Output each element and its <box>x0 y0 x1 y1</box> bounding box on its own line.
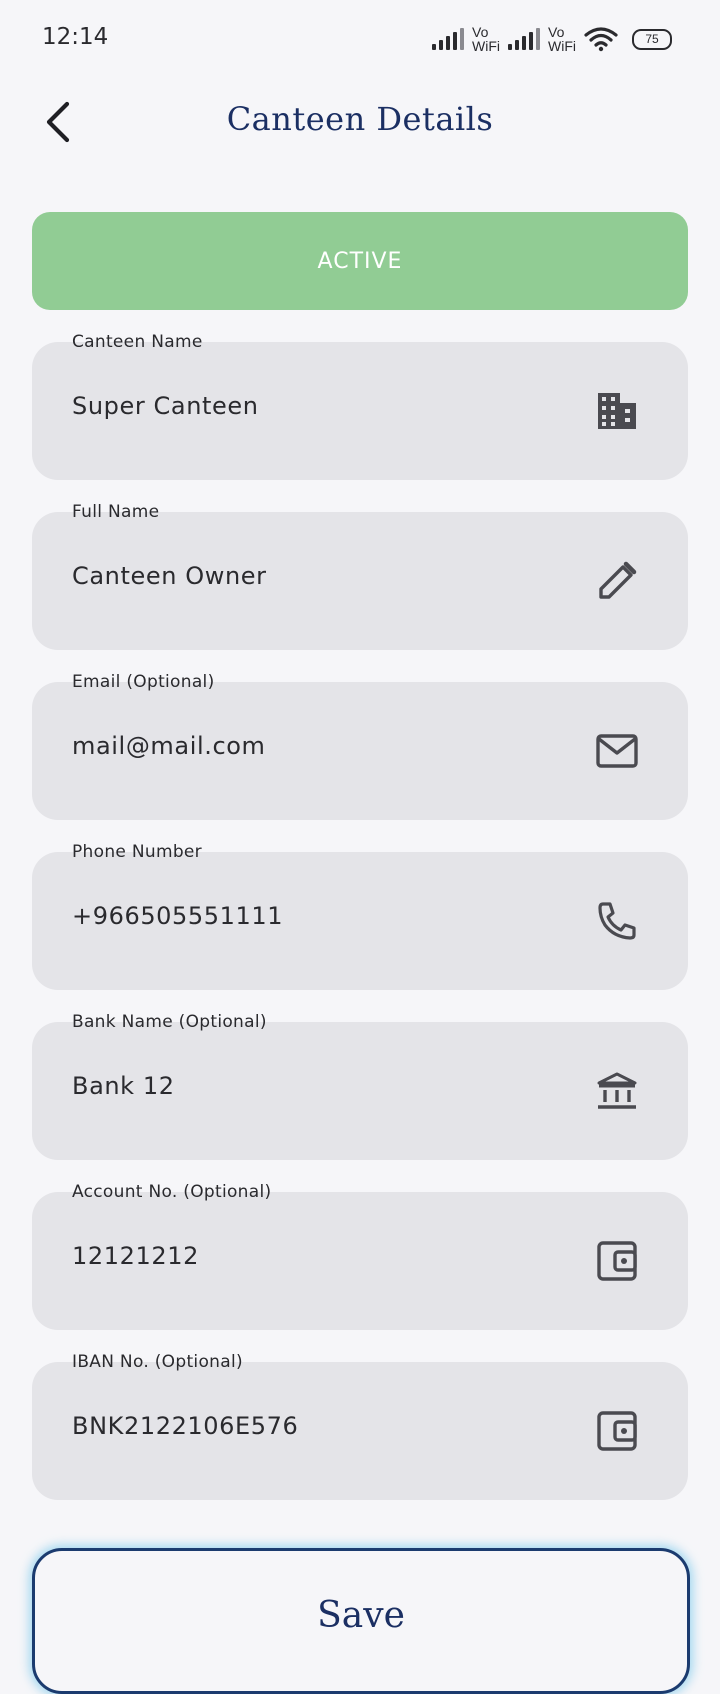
bank-icon <box>596 1070 638 1112</box>
phone-icon <box>596 900 638 942</box>
page-title: Canteen Details <box>226 100 494 138</box>
full-name-field: Full Name <box>32 502 688 650</box>
status-banner: ACTIVE <box>32 212 688 310</box>
wallet-icon <box>596 1410 638 1452</box>
bank-name-input[interactable] <box>72 1072 592 1100</box>
status-icons: Vo WiFi Vo WiFi 75 <box>432 22 672 56</box>
signal-icon <box>432 28 464 50</box>
canteen-name-label: Canteen Name <box>72 332 203 352</box>
wifi-icon <box>584 27 618 52</box>
email-input[interactable] <box>72 732 592 760</box>
bank-name-field: Bank Name (Optional) <box>32 1012 688 1160</box>
account-number-label: Account No. (Optional) <box>72 1182 272 1202</box>
building-icon <box>596 390 638 432</box>
vowifi-indicator: Vo WiFi <box>472 24 500 54</box>
canteen-name-input[interactable] <box>72 392 592 420</box>
app-header: Canteen Details <box>0 82 720 162</box>
account-number-field: Account No. (Optional) <box>32 1182 688 1330</box>
email-label: Email (Optional) <box>72 672 215 692</box>
phone-label: Phone Number <box>72 842 202 862</box>
status-bar: 12:14 Vo WiFi Vo WiFi 75 <box>0 0 720 80</box>
wallet-icon <box>596 1240 638 1282</box>
signal-icon <box>508 28 540 50</box>
full-name-label: Full Name <box>72 502 160 522</box>
iban-field: IBAN No. (Optional) <box>32 1352 688 1500</box>
full-name-input[interactable] <box>72 562 592 590</box>
status-time: 12:14 <box>42 24 109 50</box>
phone-field: Phone Number <box>32 842 688 990</box>
phone-input[interactable] <box>72 902 592 930</box>
iban-label: IBAN No. (Optional) <box>72 1352 243 1372</box>
canteen-name-field: Canteen Name <box>32 332 688 480</box>
status-label: ACTIVE <box>317 248 403 274</box>
pencil-icon <box>596 560 638 602</box>
bank-name-label: Bank Name (Optional) <box>72 1012 267 1032</box>
iban-input[interactable] <box>72 1412 592 1440</box>
battery-indicator: 75 <box>632 28 672 50</box>
save-button[interactable]: Save <box>32 1548 690 1694</box>
email-field: Email (Optional) <box>32 672 688 820</box>
vowifi-indicator: Vo WiFi <box>548 24 576 54</box>
mail-icon <box>596 730 638 772</box>
save-label: Save <box>317 1595 405 1636</box>
account-number-input[interactable] <box>72 1242 592 1270</box>
